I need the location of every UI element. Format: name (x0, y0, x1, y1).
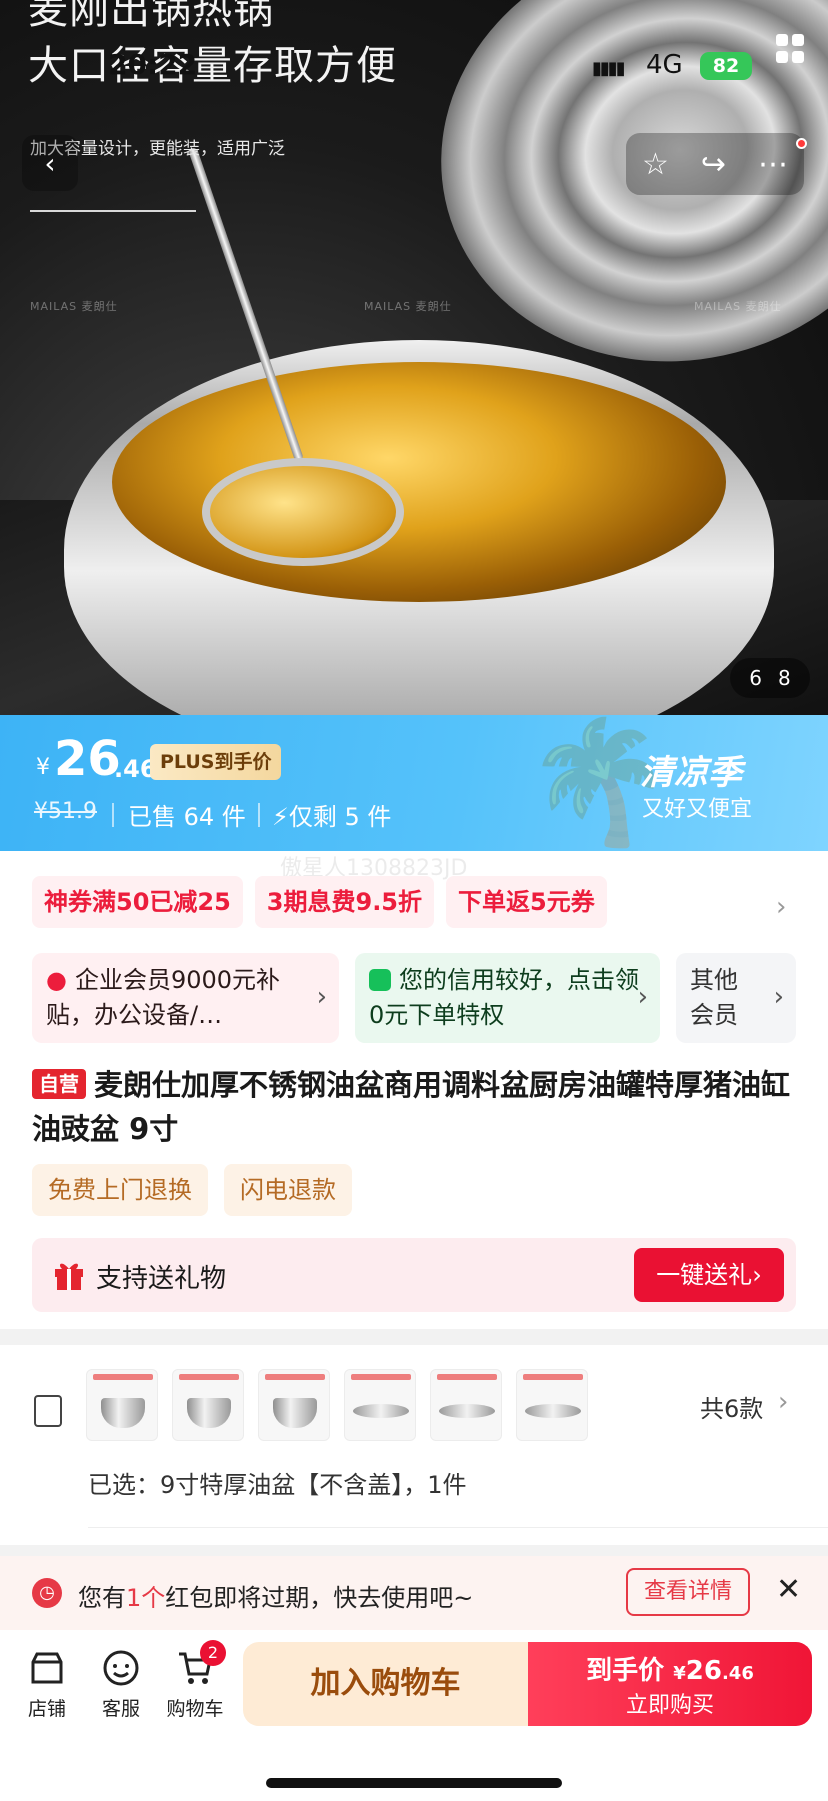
clock-icon: ◷ (32, 1578, 62, 1608)
other-member-card[interactable]: 其他会员 › (676, 953, 796, 1043)
coupon-item[interactable]: 神券满50已减25 (32, 876, 243, 928)
notification-dot (796, 138, 807, 149)
season-slogan: 又好又便宜 (642, 797, 753, 822)
customer-service-button[interactable]: 客服 (86, 1648, 156, 1721)
store-icon (31, 1652, 63, 1684)
store-button[interactable]: 店铺 (12, 1648, 82, 1721)
network-type: 4G (646, 50, 683, 80)
nav-actions: ☆ ↪ ⋯ (626, 133, 804, 195)
price-bar: ¥ 26 .46 PLUS到手价 ¥51.9 已售 64 件 ⚡仅剩 5 件 🌴… (0, 715, 828, 851)
home-indicator (266, 1778, 562, 1788)
coupon-item[interactable]: 3期息费9.5折 (254, 876, 435, 928)
divider (258, 803, 260, 827)
status-bar: 20:22 ▮▮▮▮ 4G 82 (0, 34, 828, 81)
plus-price-badge[interactable]: PLUS到手价 (150, 744, 282, 780)
coupon-item[interactable]: 下单返5元券 (446, 876, 607, 928)
close-icon[interactable]: ✕ (776, 1572, 801, 1607)
chevron-right-icon[interactable]: › (776, 892, 786, 922)
chevron-right-icon: › (637, 982, 648, 1012)
chevron-left-icon: ‹ (44, 146, 56, 180)
variant-thumb[interactable] (516, 1369, 588, 1441)
star-icon[interactable]: ☆ (642, 147, 669, 182)
original-price: ¥51.9 (34, 799, 97, 824)
more-icon[interactable]: ⋯ (758, 147, 788, 182)
credit-privilege-card[interactable]: 您的信用较好，点击领0元下单特权 › (355, 953, 660, 1043)
season-title: 清凉季 (640, 753, 742, 793)
product-image-carousel[interactable]: 麦刚出锅热锅 大口径容量存取方便 加大容量设计，更能装，适用广泛 MAILAS … (0, 0, 828, 715)
gift-label: 支持送礼物 (96, 1264, 227, 1294)
chevron-right-icon[interactable]: › (778, 1387, 788, 1417)
share-icon[interactable]: ↪ (701, 147, 726, 182)
brand-watermark: MAILAS 麦朗仕 (30, 300, 118, 313)
image-pager: 6 8 (730, 658, 810, 698)
bottom-action-bar: 店铺 客服 购物车 2 加入购物车 到手价 ¥26.46 立即购买 (0, 1630, 828, 1801)
buy-now-button[interactable]: 到手价 ¥26.46 立即购买 (528, 1642, 812, 1726)
variant-count[interactable]: 共6款 (700, 1389, 763, 1424)
send-gift-button[interactable]: 一键送礼› (634, 1248, 784, 1302)
variant-thumb[interactable] (172, 1369, 244, 1441)
variant-selector[interactable]: 共6款 › 已选：9寸特厚油盆【不含盖】，1件 (0, 1345, 828, 1545)
variant-thumb[interactable] (258, 1369, 330, 1441)
price-currency: ¥ (36, 755, 50, 780)
selected-variant[interactable]: 已选：9寸特厚油盆【不含盖】，1件 (88, 1465, 467, 1500)
divider (112, 803, 114, 827)
service-tag[interactable]: 闪电退款 (224, 1164, 352, 1216)
oil-surface-image (112, 362, 726, 602)
user-icon: ● (46, 966, 67, 994)
gift-icon (55, 1263, 83, 1290)
variant-thumb[interactable] (430, 1369, 502, 1441)
brand-watermark: MAILAS 麦朗仕 (694, 300, 782, 313)
price-integer: 26 (54, 731, 121, 787)
stock-remaining: ⚡仅剩 5 件 (272, 803, 392, 831)
shopping-bag-icon (369, 969, 391, 991)
ladle-cup-image (202, 458, 404, 566)
signal-icon: ▮▮▮▮ (592, 58, 626, 79)
self-operated-badge: 自营 (32, 1069, 86, 1099)
chat-icon (103, 1650, 139, 1686)
app-grid-icon[interactable] (776, 34, 806, 64)
cart-count-badge: 2 (200, 1640, 226, 1666)
variant-thumbnails[interactable] (86, 1369, 588, 1441)
chevron-right-icon: › (316, 982, 327, 1012)
service-tags: 免费上门退换 闪电退款 (32, 1164, 352, 1216)
spec-icon (34, 1395, 62, 1427)
gift-row: 支持送礼物 一键送礼› (32, 1238, 796, 1312)
pager-current: 6 (749, 666, 762, 690)
coupon-list[interactable]: 神券满50已减25 3期息费9.5折 下单返5元券 (32, 876, 792, 928)
sold-count: 已售 64 件 (128, 803, 246, 831)
brand-watermark: MAILAS 麦朗仕 (364, 300, 452, 313)
variant-thumb[interactable] (86, 1369, 158, 1441)
red-packet-notice: ◷ 您有1个红包即将过期，快去使用吧~ 查看详情 ✕ (0, 1556, 828, 1630)
service-tag[interactable]: 免费上门退换 (32, 1164, 208, 1216)
product-title: 自营 麦朗仕加厚不锈钢油盆商用调料盆厨房油罐特厚猪油缸油豉盆 9寸 (32, 1068, 791, 1146)
chevron-right-icon: › (773, 982, 784, 1012)
back-button[interactable]: ‹ (22, 135, 78, 191)
pager-total: 8 (778, 666, 791, 690)
variant-thumb[interactable] (344, 1369, 416, 1441)
top-nav: ‹ ☆ ↪ ⋯ (0, 125, 828, 205)
business-member-card[interactable]: ● 企业会员9000元补贴，办公设备/… › (32, 953, 339, 1043)
add-to-cart-button[interactable]: 加入购物车 (243, 1642, 528, 1726)
status-time: 20:22 (108, 48, 198, 81)
view-details-button[interactable]: 查看详情 (626, 1568, 750, 1616)
battery-indicator: 82 (700, 52, 752, 80)
notice-text: 您有1个红包即将过期，快去使用吧~ (78, 1584, 474, 1612)
divider (88, 1527, 828, 1528)
hero-underline (30, 210, 196, 212)
member-cards: ● 企业会员9000元补贴，办公设备/… › 您的信用较好，点击领0元下单特权 ›… (32, 953, 796, 1043)
